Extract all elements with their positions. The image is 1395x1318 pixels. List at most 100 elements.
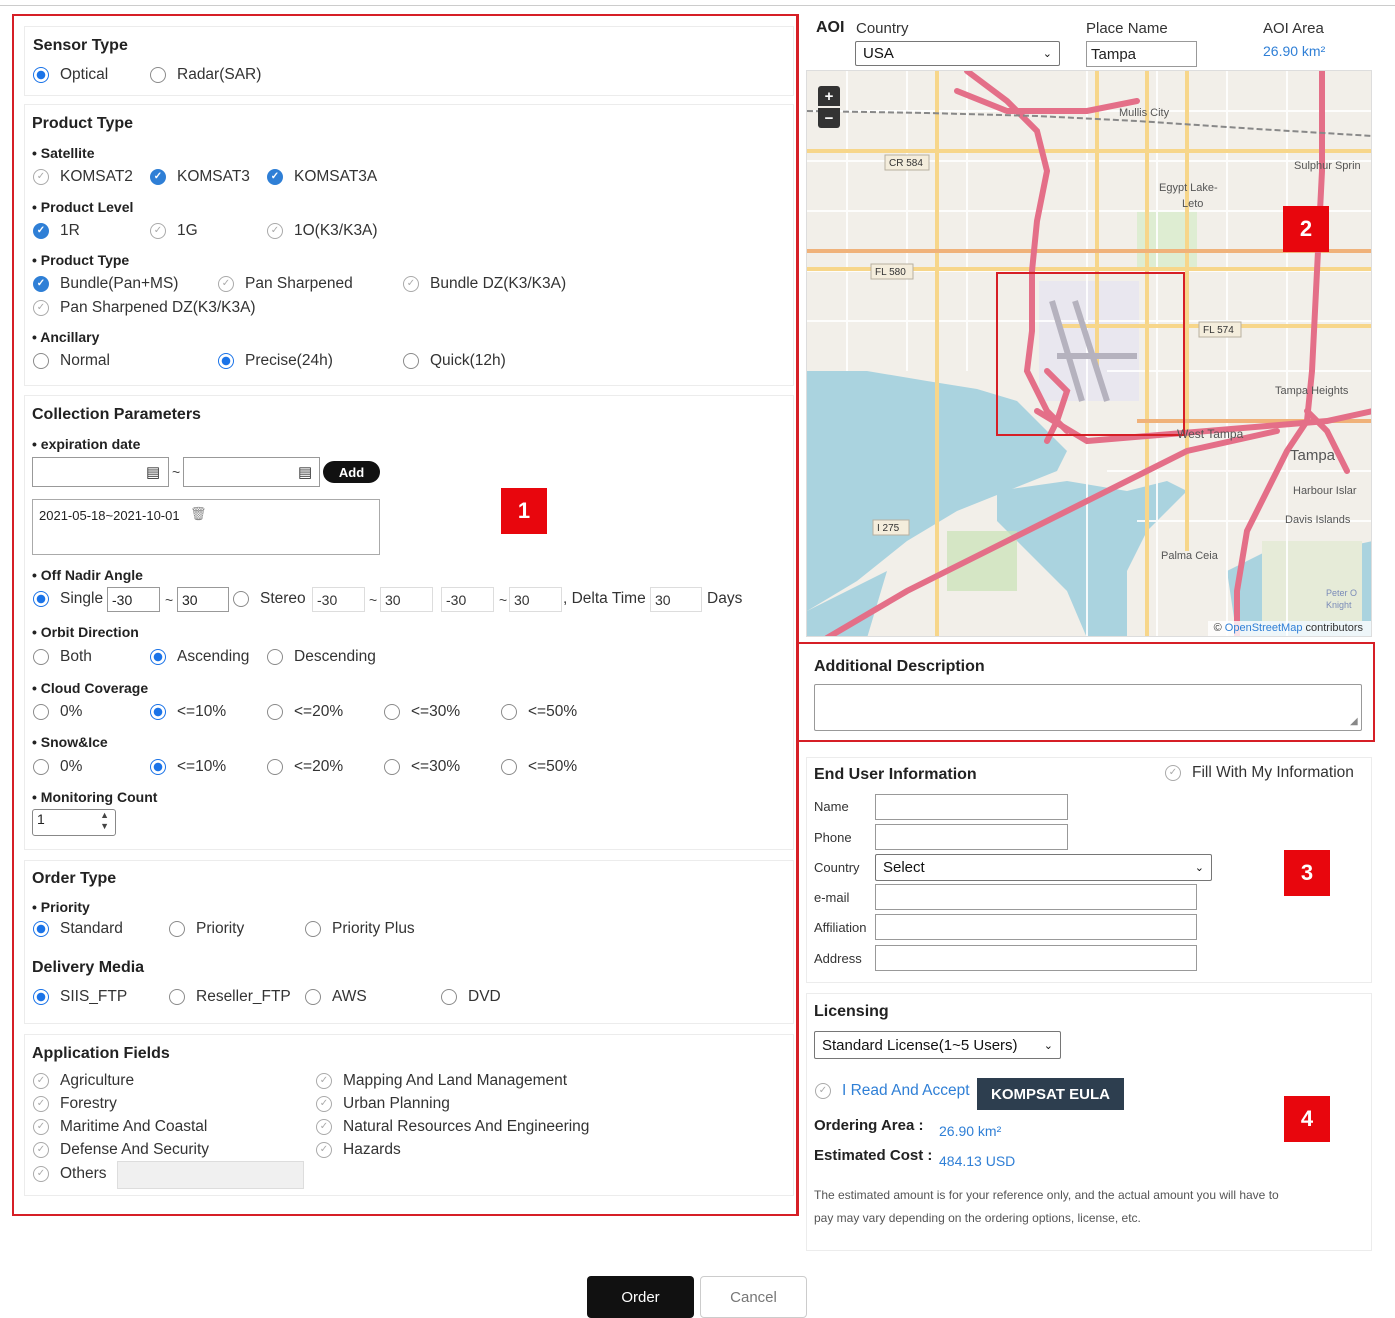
app-natural-checkbox[interactable]: ✓ Natural Resources And Engineering bbox=[316, 1118, 589, 1136]
cloud-20-radio[interactable]: <=20% bbox=[267, 703, 343, 721]
zoom-in-button[interactable]: + bbox=[818, 86, 840, 106]
license-select[interactable]: Standard License(1~5 Users) ⌄ bbox=[814, 1031, 1061, 1059]
radio-icon bbox=[233, 591, 249, 607]
komsat3-checkbox[interactable]: ✓ KOMSAT3 bbox=[150, 168, 250, 186]
stereo-to1-input[interactable] bbox=[380, 587, 433, 612]
stereo-to2-input[interactable] bbox=[509, 587, 562, 612]
orbit-ascending-radio[interactable]: Ascending bbox=[150, 648, 249, 666]
bundle-dz-checkbox[interactable]: ✓ Bundle DZ(K3/K3A) bbox=[403, 275, 566, 293]
map-label: Peter O bbox=[1326, 588, 1357, 598]
stereo-from1-input[interactable] bbox=[312, 587, 365, 612]
app-forestry-checkbox[interactable]: ✓ Forestry bbox=[33, 1095, 117, 1113]
application-title: Application Fields bbox=[32, 1045, 170, 1062]
option-label: Forestry bbox=[60, 1095, 117, 1112]
option-label: I Read And Accept bbox=[842, 1082, 970, 1099]
place-name-input[interactable] bbox=[1086, 41, 1197, 67]
fill-my-info-checkbox[interactable]: ✓ Fill With My Information bbox=[1165, 764, 1354, 782]
komsat2-checkbox[interactable]: ✓ KOMSAT2 bbox=[33, 168, 133, 186]
app-maritime-checkbox[interactable]: ✓ Maritime And Coastal bbox=[33, 1118, 207, 1136]
komsat3a-checkbox[interactable]: ✓ KOMSAT3A bbox=[267, 168, 377, 186]
cancel-button[interactable]: Cancel bbox=[700, 1276, 807, 1318]
zoom-out-button[interactable]: − bbox=[818, 108, 840, 128]
others-input[interactable] bbox=[117, 1161, 304, 1189]
app-hazards-checkbox[interactable]: ✓ Hazards bbox=[316, 1141, 401, 1159]
ancillary-label: • Ancillary bbox=[32, 329, 100, 345]
delivery-dvd-radio[interactable]: DVD bbox=[441, 988, 501, 1006]
annotation-tag-1: 1 bbox=[501, 488, 547, 534]
snow-20-radio[interactable]: <=20% bbox=[267, 758, 343, 776]
stereo-radio[interactable]: Stereo bbox=[233, 590, 306, 608]
address-input[interactable] bbox=[875, 945, 1197, 971]
check-icon: ✓ bbox=[267, 223, 283, 239]
priority-label: • Priority bbox=[32, 899, 90, 915]
sensor-radar-radio[interactable]: Radar(SAR) bbox=[150, 66, 261, 84]
stereo-from2-input[interactable] bbox=[441, 587, 494, 612]
ancillary-normal-radio[interactable]: Normal bbox=[33, 352, 110, 370]
affiliation-input[interactable] bbox=[875, 914, 1197, 940]
calendar-icon[interactable]: ▤ bbox=[298, 463, 312, 481]
map-label: West Tampa bbox=[1177, 427, 1244, 441]
cloud-10-radio[interactable]: <=10% bbox=[150, 703, 226, 721]
kompsat-eula-button[interactable]: KOMPSAT EULA bbox=[977, 1078, 1124, 1110]
snow-30-radio[interactable]: <=30% bbox=[384, 758, 460, 776]
snow-0-radio[interactable]: 0% bbox=[33, 758, 82, 776]
snow-label: • Snow&Ice bbox=[32, 734, 108, 750]
delta-time-input[interactable] bbox=[650, 587, 702, 612]
add-date-button[interactable]: Add bbox=[323, 461, 380, 483]
check-icon: ✓ bbox=[33, 1096, 49, 1112]
level-1g-checkbox[interactable]: ✓ 1G bbox=[150, 222, 198, 240]
app-urban-checkbox[interactable]: ✓ Urban Planning bbox=[316, 1095, 450, 1113]
delivery-reseller-radio[interactable]: Reseller_FTP bbox=[169, 988, 291, 1006]
ancillary-precise-radio[interactable]: Precise(24h) bbox=[218, 352, 333, 370]
phone-input[interactable] bbox=[875, 824, 1068, 850]
snow-10-radio[interactable]: <=10% bbox=[150, 758, 226, 776]
app-agriculture-checkbox[interactable]: ✓ Agriculture bbox=[33, 1072, 134, 1090]
priority-standard-radio[interactable]: Standard bbox=[33, 920, 123, 938]
cloud-30-radio[interactable]: <=30% bbox=[384, 703, 460, 721]
snow-50-radio[interactable]: <=50% bbox=[501, 758, 577, 776]
delivery-siis-radio[interactable]: SIIS_FTP bbox=[33, 988, 127, 1006]
email-input[interactable] bbox=[875, 884, 1197, 910]
resize-handle-icon[interactable]: ◢ bbox=[1350, 716, 1358, 727]
name-input[interactable] bbox=[875, 794, 1068, 820]
pan-sharpened-checkbox[interactable]: ✓ Pan Sharpened bbox=[218, 275, 353, 293]
option-label: Pan Sharpened bbox=[245, 275, 353, 292]
osm-link[interactable]: OpenStreetMap bbox=[1225, 622, 1303, 634]
additional-description-textarea[interactable] bbox=[814, 684, 1362, 731]
orbit-descending-radio[interactable]: Descending bbox=[267, 648, 376, 666]
cloud-0-radio[interactable]: 0% bbox=[33, 703, 82, 721]
level-1r-checkbox[interactable]: ✓ 1R bbox=[33, 222, 80, 240]
app-others-checkbox[interactable]: ✓ Others bbox=[33, 1165, 107, 1183]
sensor-optical-radio[interactable]: Optical bbox=[33, 66, 108, 84]
priority-plus-radio[interactable]: Priority Plus bbox=[305, 920, 415, 938]
level-1o-checkbox[interactable]: ✓ 1O(K3/K3A) bbox=[267, 222, 378, 240]
delivery-aws-radio[interactable]: AWS bbox=[305, 988, 367, 1006]
estimate-note-line1: The estimated amount is for your referen… bbox=[814, 1188, 1279, 1202]
enduser-country-select[interactable]: Select ⌄ bbox=[875, 854, 1212, 881]
ancillary-quick-radio[interactable]: Quick(12h) bbox=[403, 352, 506, 370]
order-button[interactable]: Order bbox=[587, 1276, 694, 1318]
app-defense-checkbox[interactable]: ✓ Defense And Security bbox=[33, 1141, 209, 1159]
orbit-both-radio[interactable]: Both bbox=[33, 648, 92, 666]
stepper-arrows-icon[interactable]: ▲ ▼ bbox=[100, 810, 109, 832]
option-label: Normal bbox=[60, 352, 110, 369]
trash-icon[interactable]: 🗑 bbox=[190, 506, 207, 522]
monitoring-count-stepper[interactable]: 1 ▲ ▼ bbox=[32, 809, 116, 836]
estimate-note-line2: pay may vary depending on the ordering o… bbox=[814, 1211, 1141, 1225]
option-label: Stereo bbox=[260, 590, 306, 607]
priority-priority-radio[interactable]: Priority bbox=[169, 920, 244, 938]
aoi-map[interactable]: Mullis City Egypt Lake- Leto Sulphur Spr… bbox=[806, 70, 1372, 637]
single-to-input[interactable] bbox=[177, 587, 229, 612]
aoi-country-select[interactable]: USA ⌄ bbox=[855, 41, 1060, 66]
accept-eula-checkbox[interactable]: ✓ I Read And Accept bbox=[815, 1082, 970, 1100]
bundle-checkbox[interactable]: ✓ Bundle(Pan+MS) bbox=[33, 275, 178, 293]
single-radio[interactable]: Single bbox=[33, 590, 103, 608]
option-label: <=30% bbox=[411, 703, 461, 720]
tilde: ~ bbox=[499, 592, 508, 608]
pan-sharpened-dz-checkbox[interactable]: ✓ Pan Sharpened DZ(K3/K3A) bbox=[33, 299, 256, 317]
app-mapping-checkbox[interactable]: ✓ Mapping And Land Management bbox=[316, 1072, 567, 1090]
calendar-icon[interactable]: ▤ bbox=[146, 463, 160, 481]
cloud-50-radio[interactable]: <=50% bbox=[501, 703, 577, 721]
annotation-tag-2: 2 bbox=[1283, 206, 1329, 252]
single-from-input[interactable] bbox=[107, 587, 160, 612]
